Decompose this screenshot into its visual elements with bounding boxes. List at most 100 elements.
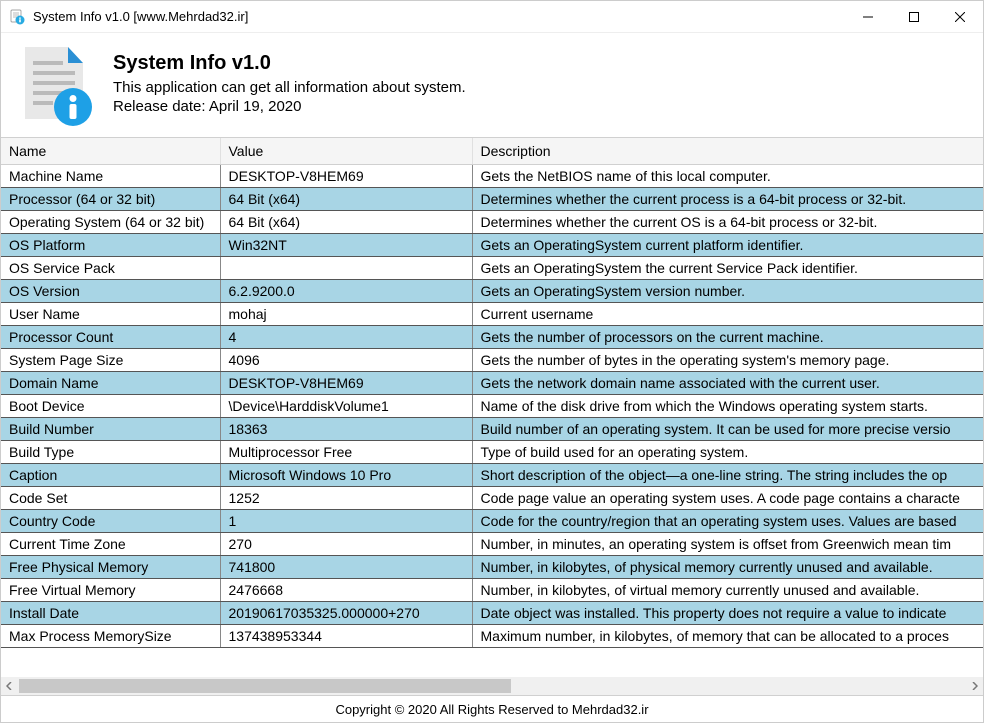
table-row[interactable]: Operating System (64 or 32 bit)64 Bit (x… bbox=[1, 210, 983, 233]
table-row[interactable]: Build TypeMultiprocessor FreeType of bui… bbox=[1, 440, 983, 463]
table-row[interactable]: CaptionMicrosoft Windows 10 ProShort des… bbox=[1, 463, 983, 486]
table-row[interactable]: Domain NameDESKTOP-V8HEM69Gets the netwo… bbox=[1, 371, 983, 394]
cell-value: Win32NT bbox=[220, 233, 472, 256]
table-row[interactable]: Code Set1252Code page value an operating… bbox=[1, 486, 983, 509]
cell-value bbox=[220, 256, 472, 279]
close-button[interactable] bbox=[937, 1, 983, 32]
table-row[interactable]: Install Date20190617035325.000000+270Dat… bbox=[1, 601, 983, 624]
cell-description: Gets an OperatingSystem current platform… bbox=[472, 233, 983, 256]
copyright-text: Copyright © 2020 All Rights Reserved to … bbox=[335, 702, 648, 717]
cell-name: Operating System (64 or 32 bit) bbox=[1, 210, 220, 233]
cell-name: Processor Count bbox=[1, 325, 220, 348]
cell-description: Short description of the object—a one-li… bbox=[472, 463, 983, 486]
cell-value: 137438953344 bbox=[220, 624, 472, 647]
cell-value: 270 bbox=[220, 532, 472, 555]
cell-name: System Page Size bbox=[1, 348, 220, 371]
column-header-name[interactable]: Name bbox=[1, 138, 220, 164]
table-row[interactable]: Max Process MemorySize137438953344Maximu… bbox=[1, 624, 983, 647]
table-row[interactable]: OS PlatformWin32NTGets an OperatingSyste… bbox=[1, 233, 983, 256]
cell-name: User Name bbox=[1, 302, 220, 325]
cell-name: Free Physical Memory bbox=[1, 555, 220, 578]
scroll-track[interactable] bbox=[19, 677, 965, 695]
table-row[interactable]: Current Time Zone270Number, in minutes, … bbox=[1, 532, 983, 555]
cell-value: 64 Bit (x64) bbox=[220, 210, 472, 233]
cell-name: Free Virtual Memory bbox=[1, 578, 220, 601]
table-row[interactable]: System Page Size4096Gets the number of b… bbox=[1, 348, 983, 371]
cell-description: Name of the disk drive from which the Wi… bbox=[472, 394, 983, 417]
cell-name: Country Code bbox=[1, 509, 220, 532]
app-release-date: Release date: April 19, 2020 bbox=[113, 98, 466, 115]
table-row[interactable]: User NamemohajCurrent username bbox=[1, 302, 983, 325]
app-large-icon bbox=[13, 41, 93, 127]
window-controls bbox=[845, 1, 983, 32]
data-grid: Name Value Description Machine NameDESKT… bbox=[1, 137, 983, 696]
cell-description: Gets an OperatingSystem version number. bbox=[472, 279, 983, 302]
cell-name: Caption bbox=[1, 463, 220, 486]
table-row[interactable]: Free Virtual Memory2476668Number, in kil… bbox=[1, 578, 983, 601]
cell-name: Current Time Zone bbox=[1, 532, 220, 555]
column-header-value[interactable]: Value bbox=[220, 138, 472, 164]
cell-value: 1 bbox=[220, 509, 472, 532]
cell-value: 1252 bbox=[220, 486, 472, 509]
cell-description: Type of build used for an operating syst… bbox=[472, 440, 983, 463]
cell-name: Domain Name bbox=[1, 371, 220, 394]
cell-value: 64 Bit (x64) bbox=[220, 187, 472, 210]
cell-name: OS Service Pack bbox=[1, 256, 220, 279]
table-row[interactable]: OS Version6.2.9200.0Gets an OperatingSys… bbox=[1, 279, 983, 302]
cell-value: DESKTOP-V8HEM69 bbox=[220, 371, 472, 394]
scroll-left-arrow[interactable] bbox=[1, 677, 19, 695]
table-row[interactable]: Build Number18363Build number of an oper… bbox=[1, 417, 983, 440]
cell-value: 6.2.9200.0 bbox=[220, 279, 472, 302]
cell-value: mohaj bbox=[220, 302, 472, 325]
app-titlebar-icon bbox=[9, 9, 25, 25]
table-row[interactable]: Machine NameDESKTOP-V8HEM69Gets the NetB… bbox=[1, 164, 983, 187]
cell-description: Build number of an operating system. It … bbox=[472, 417, 983, 440]
table-row[interactable]: Country Code1Code for the country/region… bbox=[1, 509, 983, 532]
cell-name: Boot Device bbox=[1, 394, 220, 417]
table-row[interactable]: Boot Device\Device\HarddiskVolume1Name o… bbox=[1, 394, 983, 417]
cell-value: Multiprocessor Free bbox=[220, 440, 472, 463]
cell-description: Current username bbox=[472, 302, 983, 325]
cell-description: Gets the number of bytes in the operatin… bbox=[472, 348, 983, 371]
horizontal-scrollbar[interactable] bbox=[1, 677, 983, 695]
cell-value: 4 bbox=[220, 325, 472, 348]
cell-description: Maximum number, in kilobytes, of memory … bbox=[472, 624, 983, 647]
cell-description: Date object was installed. This property… bbox=[472, 601, 983, 624]
cell-description: Gets the number of processors on the cur… bbox=[472, 325, 983, 348]
cell-name: Code Set bbox=[1, 486, 220, 509]
cell-value: 2476668 bbox=[220, 578, 472, 601]
cell-value: 20190617035325.000000+270 bbox=[220, 601, 472, 624]
cell-value: DESKTOP-V8HEM69 bbox=[220, 164, 472, 187]
cell-value: \Device\HarddiskVolume1 bbox=[220, 394, 472, 417]
table-row[interactable]: Processor (64 or 32 bit)64 Bit (x64)Dete… bbox=[1, 187, 983, 210]
column-header-description[interactable]: Description bbox=[472, 138, 983, 164]
cell-description: Determines whether the current OS is a 6… bbox=[472, 210, 983, 233]
window-title: System Info v1.0 [www.Mehrdad32.ir] bbox=[33, 9, 845, 24]
cell-name: OS Version bbox=[1, 279, 220, 302]
minimize-button[interactable] bbox=[845, 1, 891, 32]
cell-description: Number, in kilobytes, of physical memory… bbox=[472, 555, 983, 578]
cell-description: Number, in minutes, an operating system … bbox=[472, 532, 983, 555]
cell-name: Max Process MemorySize bbox=[1, 624, 220, 647]
table-header-row: Name Value Description bbox=[1, 138, 983, 164]
table-row[interactable]: OS Service Pack Gets an OperatingSystem t… bbox=[1, 256, 983, 279]
app-title: System Info v1.0 bbox=[113, 52, 466, 75]
cell-value: 18363 bbox=[220, 417, 472, 440]
titlebar: System Info v1.0 [www.Mehrdad32.ir] bbox=[1, 1, 983, 33]
cell-name: Machine Name bbox=[1, 164, 220, 187]
header-text: System Info v1.0 This application can ge… bbox=[113, 52, 466, 117]
maximize-button[interactable] bbox=[891, 1, 937, 32]
scroll-thumb[interactable] bbox=[19, 679, 511, 693]
cell-value: 4096 bbox=[220, 348, 472, 371]
scroll-right-arrow[interactable] bbox=[965, 677, 983, 695]
cell-description: Gets an OperatingSystem the current Serv… bbox=[472, 256, 983, 279]
table-row[interactable]: Processor Count4Gets the number of proce… bbox=[1, 325, 983, 348]
cell-description: Gets the NetBIOS name of this local comp… bbox=[472, 164, 983, 187]
cell-description: Code page value an operating system uses… bbox=[472, 486, 983, 509]
table-row[interactable]: Free Physical Memory741800Number, in kil… bbox=[1, 555, 983, 578]
cell-description: Code for the country/region that an oper… bbox=[472, 509, 983, 532]
cell-description: Determines whether the current process i… bbox=[472, 187, 983, 210]
cell-value: Microsoft Windows 10 Pro bbox=[220, 463, 472, 486]
app-subtitle: This application can get all information… bbox=[113, 79, 466, 96]
cell-name: Install Date bbox=[1, 601, 220, 624]
